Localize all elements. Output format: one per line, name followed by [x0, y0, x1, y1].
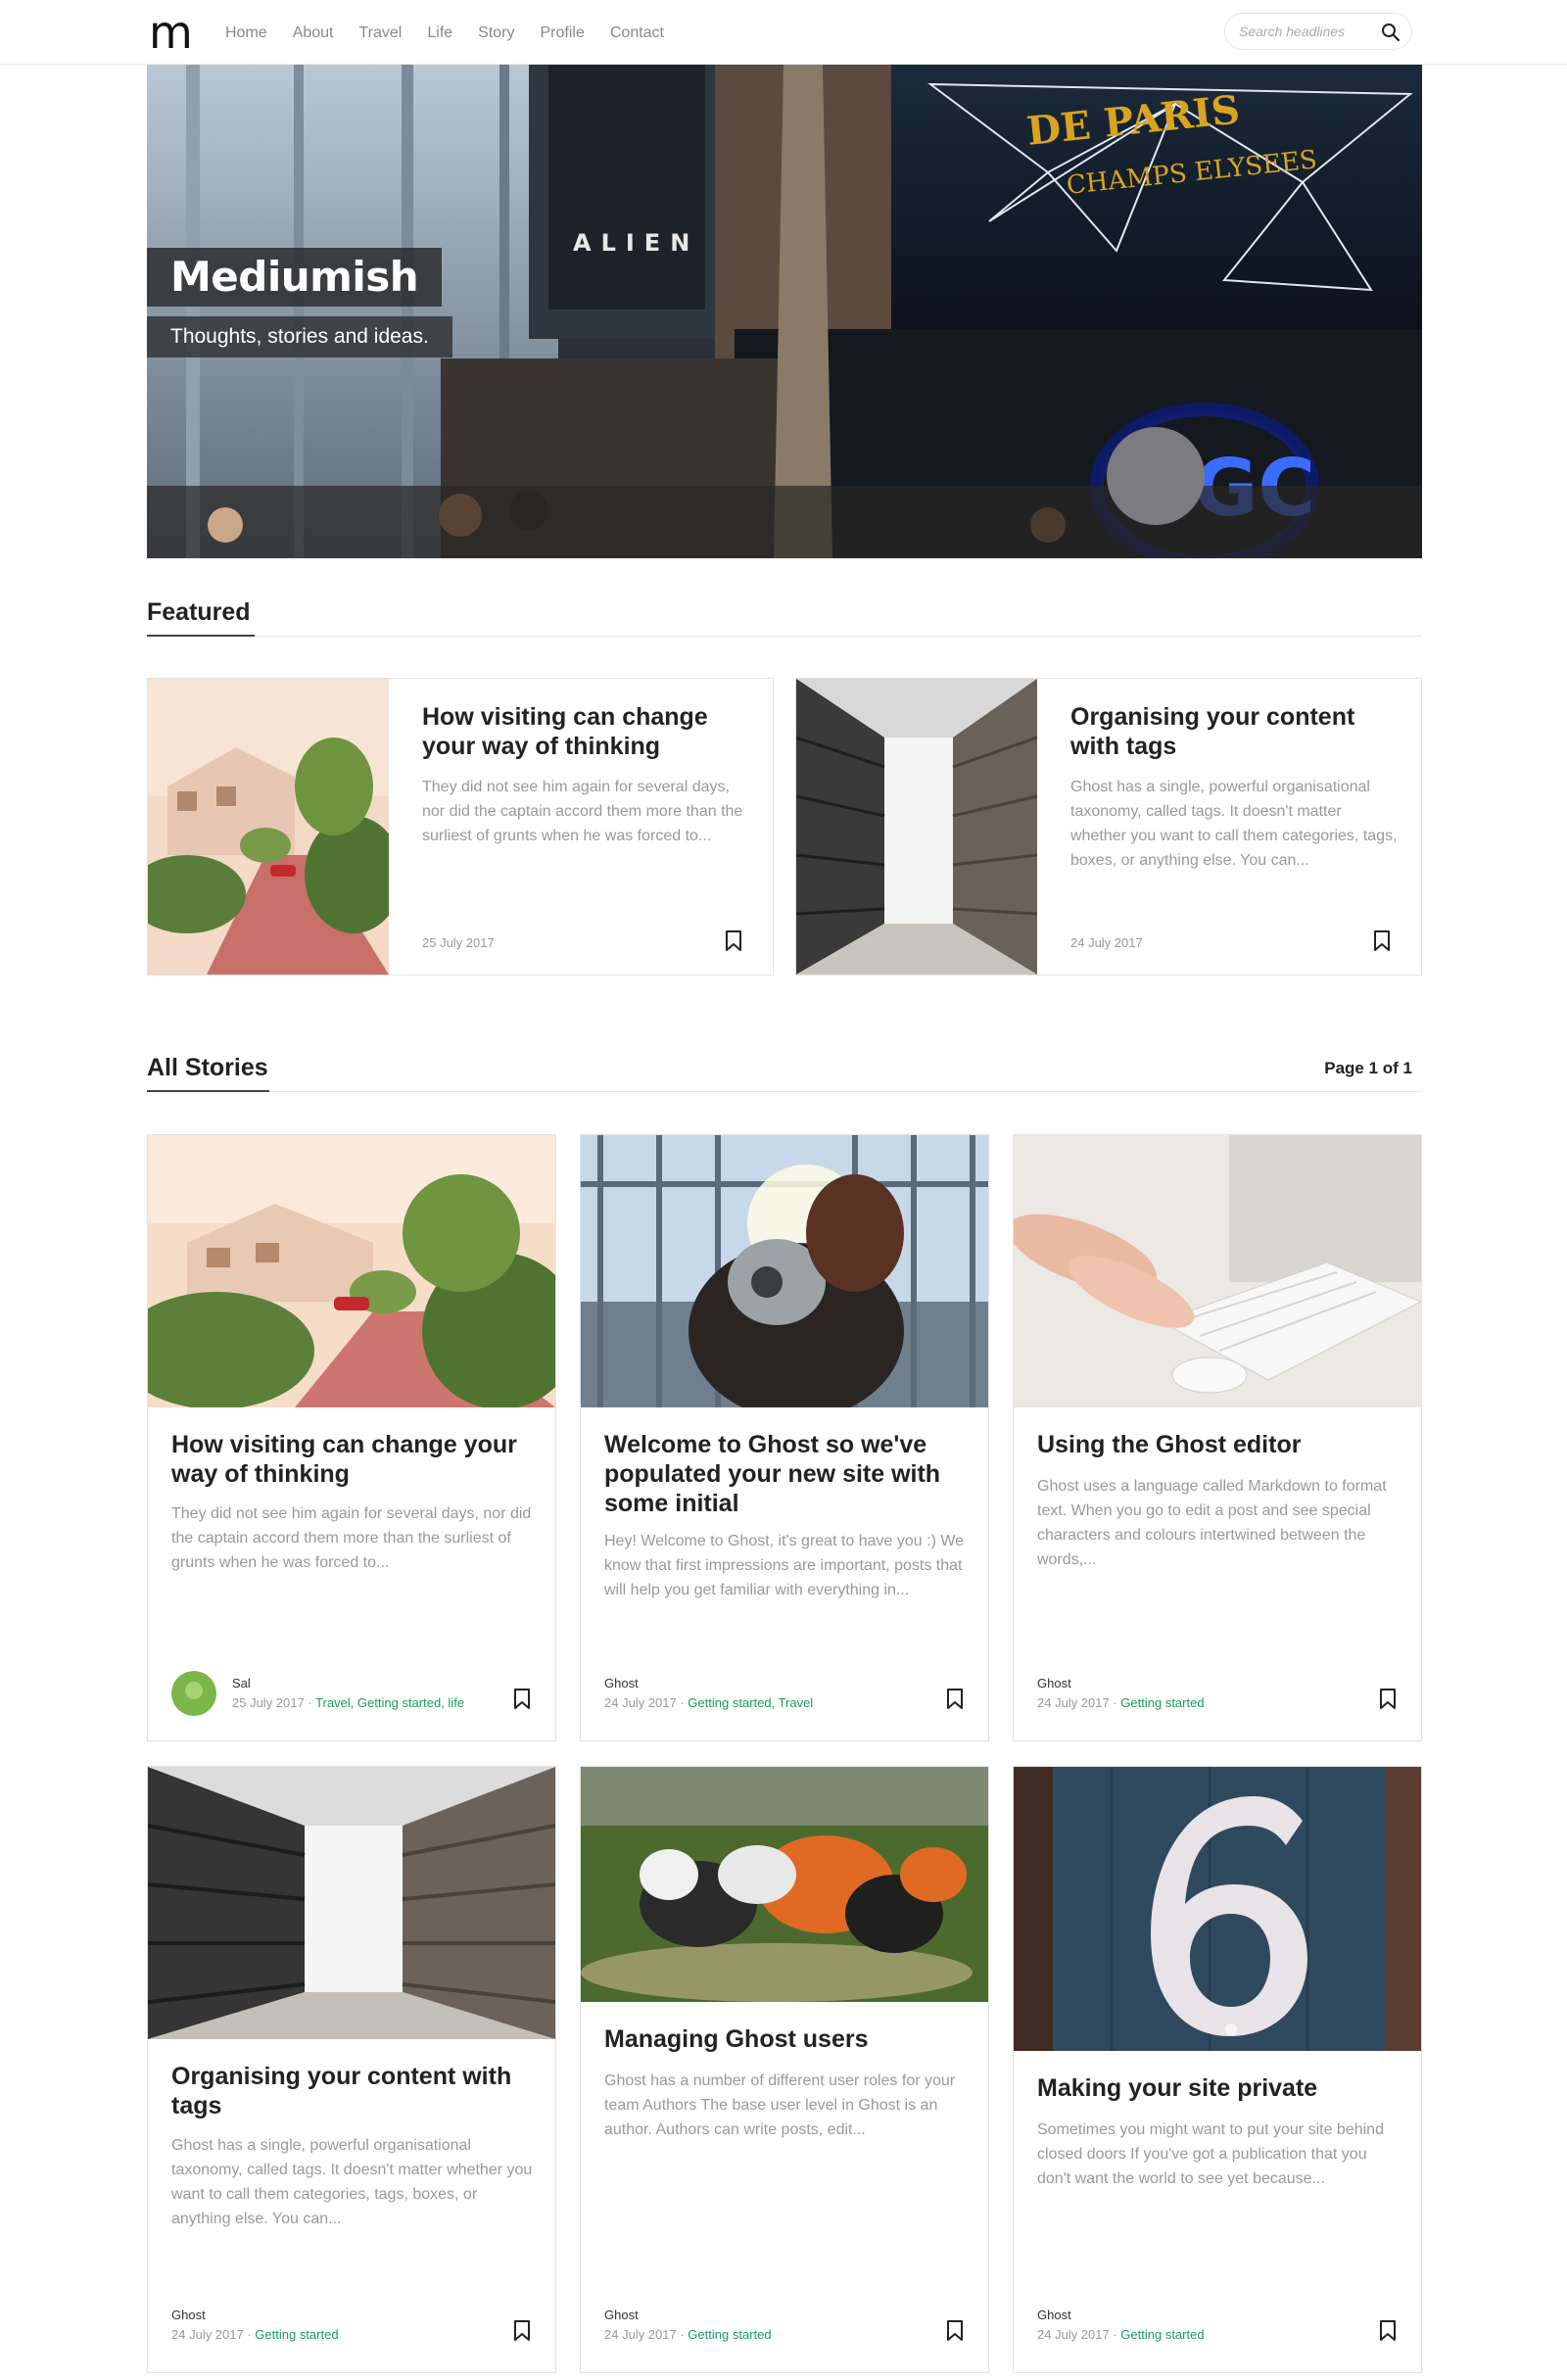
bookmark-icon[interactable] [512, 1688, 532, 1711]
svg-text:ALIEN: ALIEN [573, 229, 699, 257]
featured-title[interactable]: How visiting can change your way of thin… [422, 702, 751, 761]
story-card-5[interactable]: Managing Ghost users Ghost has a number … [580, 1766, 989, 2373]
featured-excerpt: They did not see him again for several d… [422, 779, 743, 844]
story-card-3[interactable]: Using the Ghost editor Ghost uses a lang… [1013, 1134, 1422, 1741]
nav-contact[interactable]: Contact [610, 24, 664, 43]
meta-separator: · [243, 2327, 256, 2342]
author-name[interactable]: Ghost [1037, 1676, 1071, 1690]
nav-story[interactable]: Story [478, 24, 514, 43]
story-title[interactable]: How visiting can change your way of thin… [171, 1430, 534, 1489]
hero-banner: ALIEN DE PARIS CHAMPS ELYSEES CGC Medium… [147, 65, 1422, 558]
nav-life[interactable]: Life [427, 24, 452, 43]
featured-title[interactable]: Organising your content with tags [1070, 702, 1400, 761]
story-thumb-door-six[interactable] [1014, 1767, 1421, 2051]
hero-image: ALIEN DE PARIS CHAMPS ELYSEES CGC [147, 65, 1422, 558]
author-name[interactable]: Ghost [171, 2308, 206, 2322]
featured-section-header: Featured [147, 597, 1422, 637]
post-tags[interactable]: Getting started [1120, 1695, 1204, 1710]
story-excerpt: Ghost has a number of different user rol… [604, 2072, 956, 2138]
search-input[interactable] [1239, 22, 1376, 41]
story-excerpt: Ghost uses a language called Markdown to… [1037, 1478, 1387, 1568]
author-name[interactable]: Ghost [604, 2308, 639, 2322]
nav-profile[interactable]: Profile [541, 24, 585, 43]
heading-underline [147, 1090, 269, 1092]
post-tags[interactable]: Getting started [1120, 2327, 1204, 2342]
nav-home[interactable]: Home [225, 24, 267, 43]
story-thumb-keyboard[interactable] [1014, 1135, 1421, 1407]
post-meta: 24 July 2017 · Getting started [171, 2327, 339, 2342]
site-tagline: Thoughts, stories and ideas. [147, 316, 452, 357]
author-name[interactable]: Ghost [1037, 2308, 1071, 2322]
story-excerpt: They did not see him again for several d… [171, 1505, 532, 1571]
meta-separator: · [676, 1695, 689, 1710]
story-title[interactable]: Organising your content with tags [171, 2062, 534, 2120]
post-meta: 24 July 2017 · Getting started, Travel [604, 1695, 813, 1710]
bookmark-icon[interactable] [512, 2319, 532, 2343]
post-tags[interactable]: Getting started [688, 2327, 771, 2342]
site-logo[interactable]: m [149, 8, 193, 57]
story-title[interactable]: Making your site private [1037, 2073, 1400, 2103]
featured-thumb-street[interactable] [148, 679, 389, 975]
featured-date: 24 July 2017 [1070, 935, 1143, 950]
search-icon[interactable] [1380, 22, 1401, 43]
meta-separator: · [1109, 1695, 1121, 1710]
stories-heading: All Stories [147, 1054, 268, 1081]
main-nav: Home About Travel Life Story Profile Con… [225, 24, 689, 43]
story-title[interactable]: Using the Ghost editor [1037, 1430, 1400, 1459]
heading-underline [147, 635, 255, 637]
search-box [1224, 13, 1412, 50]
story-card-2[interactable]: Welcome to Ghost so we've populated your… [580, 1134, 989, 1741]
bookmark-icon[interactable] [1372, 929, 1392, 953]
story-card-6[interactable]: Making your site private Sometimes you m… [1013, 1766, 1422, 2373]
post-date: 24 July 2017 [604, 2327, 677, 2342]
post-meta: 24 July 2017 · Getting started [604, 2327, 772, 2342]
author-avatar[interactable] [171, 1671, 216, 1716]
featured-heading: Featured [147, 598, 251, 626]
site-title: Mediumish [147, 248, 443, 307]
post-date: 24 July 2017 [1037, 1695, 1110, 1710]
featured-card-2[interactable]: Organising your content with tags Ghost … [795, 678, 1422, 976]
author-name[interactable]: Sal [232, 1676, 251, 1690]
featured-date: 25 July 2017 [422, 935, 495, 950]
post-meta: 24 July 2017 · Getting started [1037, 1695, 1205, 1710]
nav-about[interactable]: About [293, 24, 334, 43]
story-excerpt: Ghost has a single, powerful organisatio… [171, 2137, 533, 2227]
post-tags[interactable]: Travel, Getting started, life [315, 1695, 464, 1710]
story-thumb-viewer[interactable] [581, 1135, 988, 1407]
post-date: 24 July 2017 [171, 2327, 244, 2342]
author-name[interactable]: Ghost [604, 1676, 639, 1690]
post-date: 25 July 2017 [232, 1695, 305, 1710]
meta-separator: · [1109, 2327, 1121, 2342]
story-thumb-rugby[interactable] [581, 1767, 988, 2002]
story-title[interactable]: Welcome to Ghost so we've populated your… [604, 1430, 967, 1518]
story-title[interactable]: Managing Ghost users [604, 2024, 967, 2054]
featured-thumb-archive[interactable] [796, 679, 1037, 975]
featured-card-1[interactable]: How visiting can change your way of thin… [147, 678, 774, 976]
bookmark-icon[interactable] [1378, 2319, 1398, 2343]
stories-section-header: All Stories Page 1 of 1 [147, 1053, 1422, 1092]
bookmark-icon[interactable] [945, 2319, 965, 2343]
bookmark-icon[interactable] [945, 1688, 965, 1711]
post-meta: 24 July 2017 · Getting started [1037, 2327, 1205, 2342]
featured-excerpt: Ghost has a single, powerful organisatio… [1070, 779, 1398, 869]
story-thumb-street[interactable] [148, 1135, 555, 1407]
post-tags[interactable]: Getting started [255, 2327, 338, 2342]
story-card-4[interactable]: Organising your content with tags Ghost … [147, 1766, 556, 2373]
navbar: m Home About Travel Life Story Profile C… [0, 0, 1567, 65]
story-excerpt: Hey! Welcome to Ghost, it's great to hav… [604, 1533, 965, 1598]
story-excerpt: Sometimes you might want to put your sit… [1037, 2121, 1384, 2187]
bookmark-icon[interactable] [1378, 1688, 1398, 1711]
meta-separator: · [304, 1695, 316, 1710]
story-thumb-archive[interactable] [148, 1767, 555, 2039]
bookmark-icon[interactable] [724, 929, 743, 953]
post-meta: 25 July 2017 · Travel, Getting started, … [232, 1695, 464, 1710]
post-date: 24 July 2017 [1037, 2327, 1110, 2342]
post-date: 24 July 2017 [604, 1695, 677, 1710]
meta-separator: · [676, 2327, 689, 2342]
post-tags[interactable]: Getting started, Travel [688, 1695, 813, 1710]
story-card-1[interactable]: How visiting can change your way of thin… [147, 1134, 556, 1741]
pagination-info: Page 1 of 1 [1324, 1059, 1412, 1077]
nav-travel[interactable]: Travel [359, 24, 403, 43]
